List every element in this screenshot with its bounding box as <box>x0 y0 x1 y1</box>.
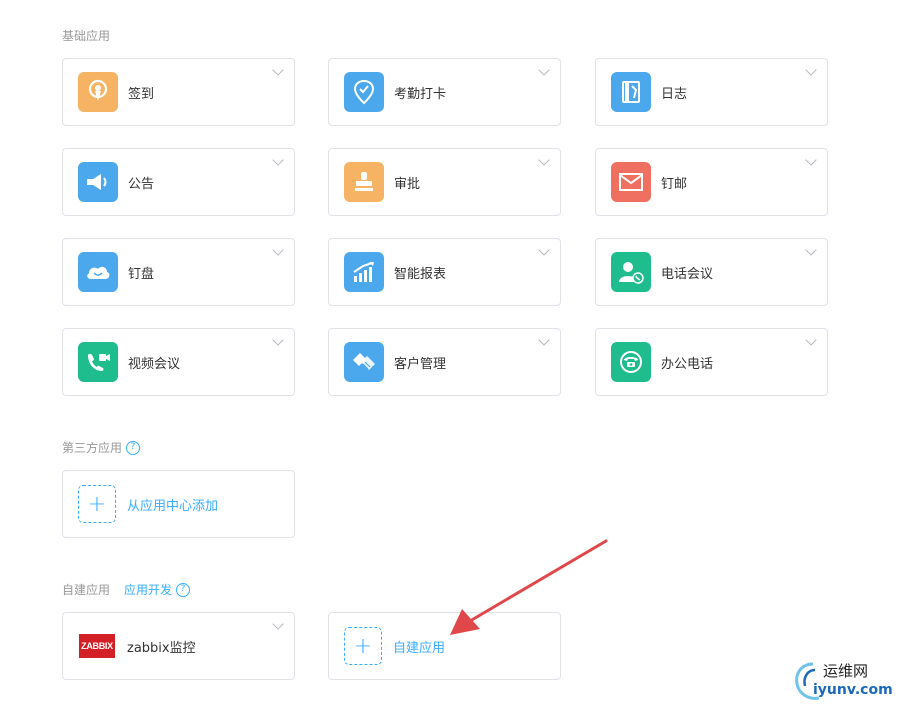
app-card-announcement[interactable]: 公告 <box>62 148 295 216</box>
app-label: 智能报表 <box>394 266 447 282</box>
telephone-icon <box>611 342 651 382</box>
app-card-log[interactable]: 日志 <box>595 58 828 126</box>
section-title-custom: 自建应用 应用开发 ? <box>62 581 191 598</box>
app-card-office-phone[interactable]: 办公电话 <box>595 328 828 396</box>
chevron-down-icon[interactable] <box>538 64 550 76</box>
chevron-down-icon[interactable] <box>538 154 550 166</box>
app-label: 审批 <box>394 176 421 192</box>
app-card-approval[interactable]: 审批 <box>328 148 561 216</box>
chevron-down-icon[interactable] <box>805 334 817 346</box>
app-card-crm[interactable]: 客户管理 <box>328 328 561 396</box>
chevron-down-icon[interactable] <box>272 244 284 256</box>
app-label: zabbix监控 <box>127 640 196 656</box>
location-pin-icon <box>78 72 118 112</box>
chevron-down-icon[interactable] <box>805 244 817 256</box>
section-title-text: 第三方应用 <box>62 441 123 455</box>
app-card-sign-in[interactable]: 签到 <box>62 58 295 126</box>
chevron-down-icon[interactable] <box>805 154 817 166</box>
app-label: 钉盘 <box>128 266 155 282</box>
app-development-link[interactable]: 应用开发 <box>124 581 172 598</box>
add-from-app-center-label: 从应用中心添加 <box>127 498 219 514</box>
app-card-drive[interactable]: 钉盘 <box>62 238 295 306</box>
app-card-mail[interactable]: 钉邮 <box>595 148 828 216</box>
app-label: 日志 <box>661 86 688 102</box>
location-check-icon <box>344 72 384 112</box>
app-card-attendance[interactable]: 考勤打卡 <box>328 58 561 126</box>
plus-icon: + <box>78 485 116 523</box>
section-title-basic: 基础应用 <box>62 27 110 44</box>
zabbix-logo: ZABBIX <box>79 634 115 658</box>
video-call-icon <box>78 342 118 382</box>
help-icon[interactable]: ? <box>126 440 141 455</box>
app-label: 考勤打卡 <box>394 86 447 102</box>
app-label: 视频会议 <box>128 356 181 372</box>
section-title-text: 自建应用 <box>62 583 111 597</box>
app-label: 办公电话 <box>661 356 714 372</box>
watermark-domain: iyunv.com <box>813 682 893 698</box>
annotation-arrow <box>450 539 608 635</box>
add-from-app-center-button[interactable]: + 从应用中心添加 <box>62 470 295 538</box>
app-label: 电话会议 <box>661 266 714 282</box>
stamp-icon <box>344 162 384 202</box>
app-card-report[interactable]: 智能报表 <box>328 238 561 306</box>
contact-phone-icon <box>611 252 651 292</box>
chevron-down-icon[interactable] <box>272 618 284 630</box>
chevron-down-icon[interactable] <box>272 154 284 166</box>
mail-icon <box>611 162 651 202</box>
plus-icon: + <box>344 627 382 665</box>
chevron-down-icon[interactable] <box>538 244 550 256</box>
cloud-icon <box>78 252 118 292</box>
handshake-icon <box>344 342 384 382</box>
watermark-logo: 运维网 iyunv.com <box>793 656 893 706</box>
notebook-icon <box>611 72 651 112</box>
megaphone-icon <box>78 162 118 202</box>
app-label: 公告 <box>128 176 155 192</box>
chevron-down-icon[interactable] <box>805 64 817 76</box>
create-custom-app-label: 自建应用 <box>393 640 446 656</box>
chevron-down-icon[interactable] <box>272 64 284 76</box>
app-label: 客户管理 <box>394 356 447 372</box>
help-icon[interactable]: ? <box>176 582 191 597</box>
app-card-phone-meeting[interactable]: 电话会议 <box>595 238 828 306</box>
watermark-text: 运维网 <box>823 662 869 680</box>
section-title-text: 基础应用 <box>62 29 111 43</box>
section-title-third-party: 第三方应用 ? <box>62 439 141 456</box>
app-label: 钉邮 <box>661 176 688 192</box>
chevron-down-icon[interactable] <box>538 334 550 346</box>
chart-icon <box>344 252 384 292</box>
app-card-video-meeting[interactable]: 视频会议 <box>62 328 295 396</box>
chevron-down-icon[interactable] <box>272 334 284 346</box>
app-card-zabbix[interactable]: ZABBIX zabbix监控 <box>62 612 295 680</box>
app-label: 签到 <box>128 86 155 102</box>
